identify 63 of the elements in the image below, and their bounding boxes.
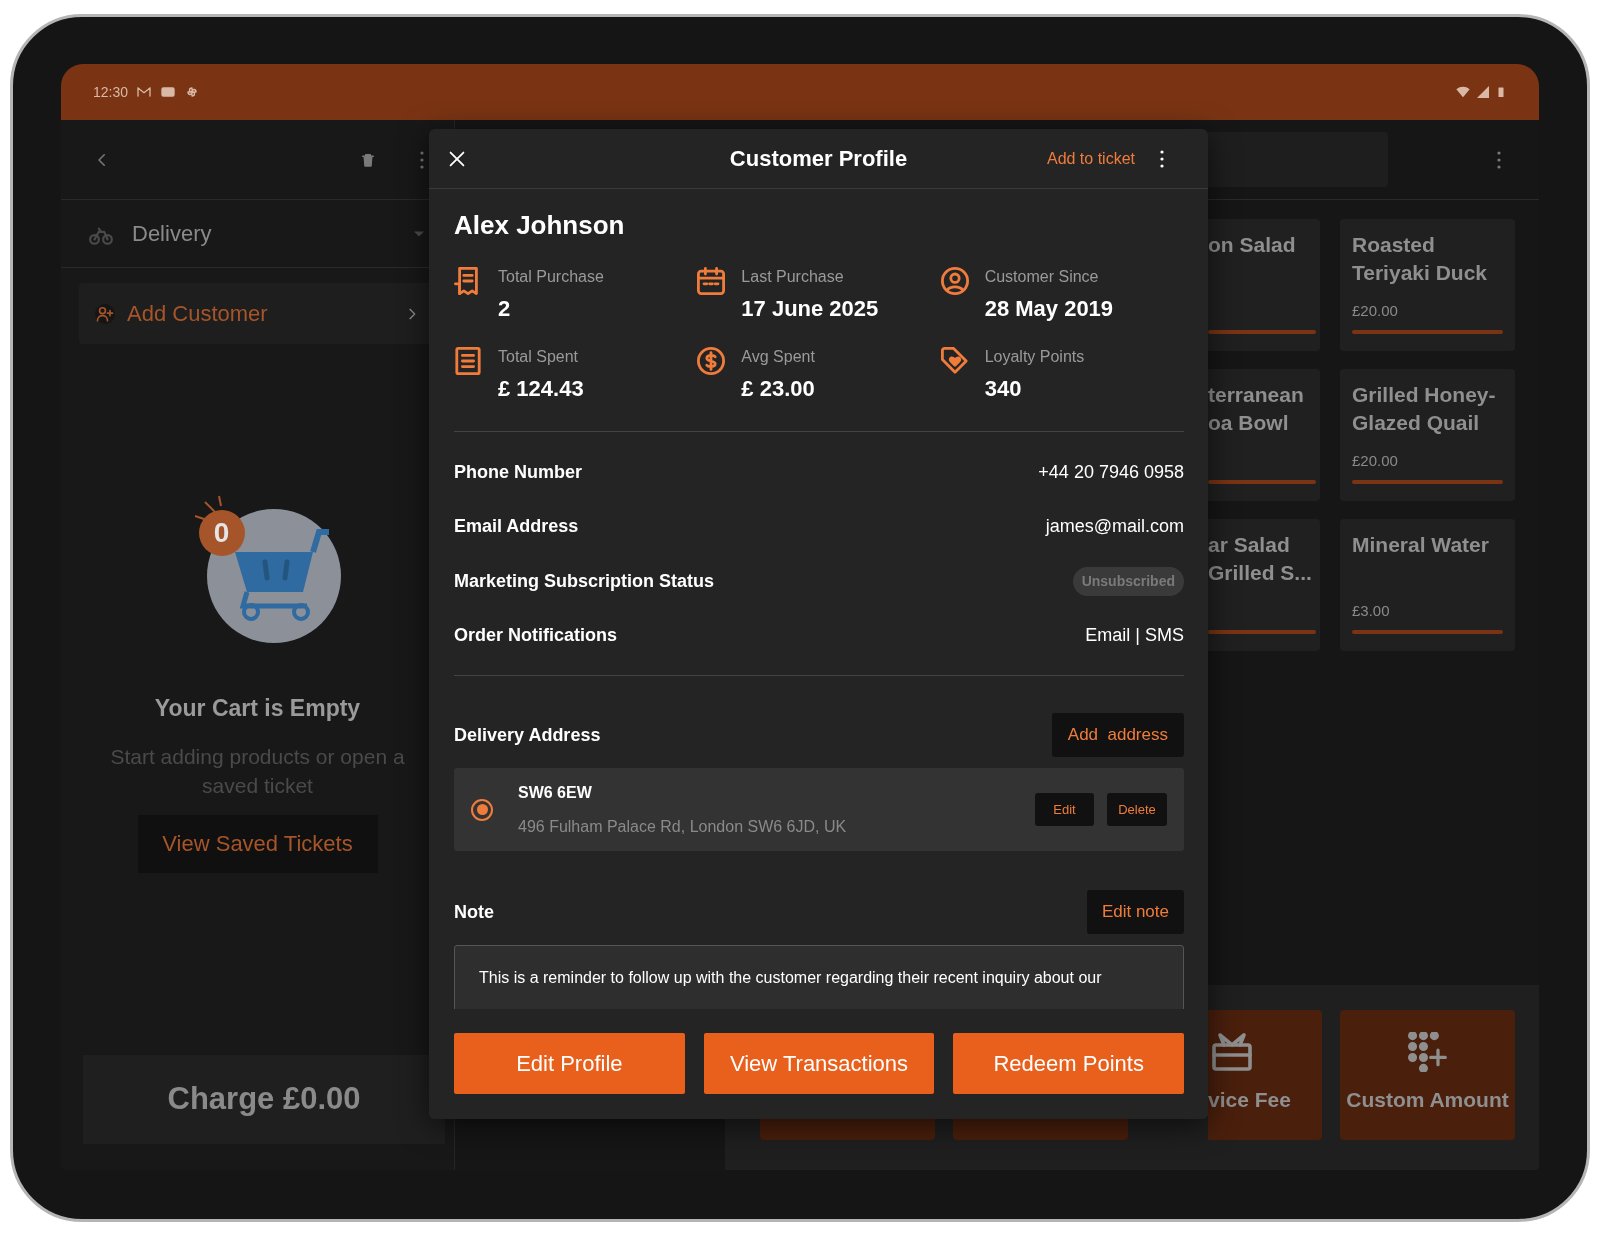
stat-label: Last Purchase xyxy=(741,267,845,287)
order-type-label: Delivery xyxy=(132,220,213,248)
product-price: £3.00 xyxy=(1352,600,1391,621)
stat-label: Total Purchase xyxy=(498,267,604,287)
address-postcode: SW6 6EW xyxy=(518,782,593,803)
delete-address-button[interactable]: Delete xyxy=(1107,793,1167,826)
product-price: £20.00 xyxy=(1352,450,1399,471)
product-card[interactable]: Mineral Water £3.00 xyxy=(1340,519,1515,651)
add-to-ticket-link[interactable]: Add to ticket xyxy=(1046,146,1135,171)
product-name: terranean xyxy=(1208,382,1304,408)
product-card[interactable]: terranean oa Bowl xyxy=(1208,369,1320,501)
stat-label: Total Spent xyxy=(498,347,580,367)
stat-label: Loyalty Points xyxy=(984,347,1085,367)
action-button[interactable]: Redeem Points xyxy=(953,1033,1184,1094)
stat-value: 2 xyxy=(498,295,512,323)
customer-name: Alex Johnson xyxy=(454,209,626,242)
product-name: Teriyaki Duck xyxy=(1352,260,1487,286)
detail-label: Order Notifications xyxy=(454,624,618,648)
charge-button[interactable]: Charge £0.00 xyxy=(83,1055,445,1144)
status-time: 12:30 xyxy=(93,82,129,102)
stat-value: 340 xyxy=(984,375,1023,403)
product-card[interactable]: Roasted Teriyaki Duck £20.00 xyxy=(1340,219,1515,351)
address-card[interactable]: SW6 6EW 496 Fulham Palace Rd, London SW6 6JD, UK Edit Delete xyxy=(454,768,1184,851)
stat-value: 28 May 2019 xyxy=(984,295,1114,323)
product-name: Roasted xyxy=(1352,232,1435,258)
action-button[interactable]: View Transactions xyxy=(703,1033,935,1094)
product-name: oa Bowl xyxy=(1208,410,1289,436)
product-name: Grilled Honey- xyxy=(1352,382,1496,408)
edit-note-button[interactable]: Edit note xyxy=(1086,890,1184,934)
view-saved-tickets-button[interactable]: View Saved Tickets xyxy=(137,814,378,873)
detail-label: Email Address xyxy=(454,515,579,539)
detail-value: Email | SMS xyxy=(1085,624,1184,648)
product-card[interactable]: ar Salad Grilled S... xyxy=(1208,519,1320,651)
status-badge: Unsubscribed xyxy=(1072,566,1184,596)
stat-value: £ 23.00 xyxy=(741,375,815,403)
note-text: This is a reminder to follow up with the customer regarding their recent inquiry about our xyxy=(479,968,1103,988)
detail-value: +44 20 7946 0958 xyxy=(1038,460,1184,484)
stat-label: Avg Spent xyxy=(741,347,815,367)
dialog-title: Customer Profile xyxy=(729,145,908,173)
section-title: Note xyxy=(454,900,494,924)
stat-value: £ 124.43 xyxy=(498,375,584,403)
product-card[interactable]: on Salad xyxy=(1208,219,1320,351)
product-name: ar Salad xyxy=(1208,532,1290,558)
empty-cart-title: Your Cart is Empty xyxy=(153,694,362,723)
quick-tile[interactable]: vice Fee xyxy=(1208,1010,1322,1140)
add-address-button[interactable]: Add address xyxy=(1051,713,1184,757)
cart-count-badge: 0 xyxy=(198,510,245,556)
edit-address-button[interactable]: Edit xyxy=(1035,793,1094,826)
stat-label: Customer Since xyxy=(984,267,1100,287)
product-name: Grilled S... xyxy=(1208,560,1312,586)
action-button[interactable]: Edit Profile xyxy=(454,1033,685,1094)
section-title: Delivery Address xyxy=(454,723,601,747)
quick-tile[interactable]: Custom Amount xyxy=(1340,1010,1515,1140)
detail-label: Phone Number xyxy=(454,460,582,484)
product-name: Glazed Quail xyxy=(1352,410,1480,436)
product-card[interactable]: Grilled Honey- Glazed Quail £20.00 xyxy=(1340,369,1515,501)
product-name: on Salad xyxy=(1208,232,1296,258)
address-line: 496 Fulham Palace Rd, London SW6 6JD, UK xyxy=(518,816,848,837)
detail-label: Marketing Subscription Status xyxy=(454,569,715,593)
detail-value: james@mail.com xyxy=(1045,515,1184,539)
stat-value: 17 June 2025 xyxy=(741,295,879,323)
product-price: £20.00 xyxy=(1352,300,1399,321)
product-name: Mineral Water xyxy=(1352,532,1489,558)
